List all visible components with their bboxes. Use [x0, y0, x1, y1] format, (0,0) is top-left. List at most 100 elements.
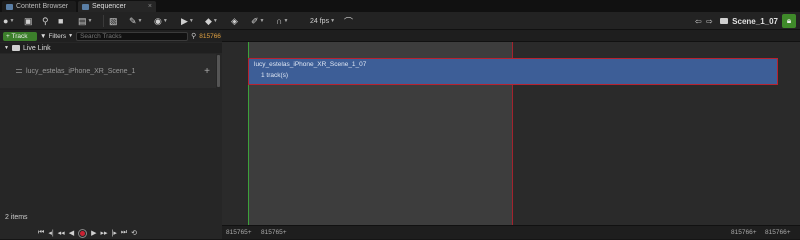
- fps-label: 24 fps: [310, 17, 330, 25]
- find-in-browser-button[interactable]: ⚲: [42, 15, 49, 27]
- toolbar-divider: [103, 15, 104, 27]
- subsequence-section[interactable]: lucy_estelas_iPhone_XR_Scene_1_07 1 trac…: [248, 58, 778, 85]
- world-icon: ●: [3, 16, 9, 26]
- world-selector-button[interactable]: ● ▼: [3, 15, 14, 27]
- auto-key-button[interactable]: ◈: [231, 15, 238, 27]
- arrow-left-icon: ⇦: [695, 16, 702, 26]
- edit-mode-button[interactable]: ✐ ▼: [251, 15, 265, 27]
- current-frame[interactable]: 815766: [199, 33, 221, 40]
- framerate-dropdown[interactable]: 24 fps ▼: [310, 15, 335, 27]
- tab-sequencer[interactable]: Sequencer ×: [78, 1, 156, 12]
- drag-handle-icon[interactable]: [16, 69, 22, 73]
- breadcrumb[interactable]: Scene_1_07: [720, 15, 778, 27]
- folder-icon: [720, 18, 729, 24]
- chevron-down-icon: ▼: [330, 18, 336, 24]
- nav-forward-button[interactable]: ⇨: [706, 15, 713, 27]
- sequencer-icon: [82, 3, 89, 10]
- timeline-area[interactable]: lucy_estelas_iPhone_XR_Scene_1_07 1 trac…: [222, 30, 800, 239]
- playback-end-frame[interactable]: 815766+: [731, 229, 757, 236]
- step-forward-icon[interactable]: ▸▸: [100, 229, 107, 237]
- tab-bar: Content Browser Sequencer ×: [0, 0, 800, 12]
- content-browser-icon: [6, 3, 13, 10]
- nav-back-button[interactable]: ⇦: [695, 15, 702, 27]
- filters-button[interactable]: ▼ Filters ▼: [40, 33, 73, 40]
- eye-icon: ◉: [154, 15, 162, 26]
- filter-icon: ▼: [40, 32, 47, 40]
- render-movie-button[interactable]: ■: [58, 15, 63, 27]
- record-icon: [80, 230, 86, 236]
- breadcrumb-sequence-name: Scene_1_07: [732, 16, 778, 26]
- track-label: lucy_estelas_iPhone_XR_Scene_1: [26, 67, 136, 75]
- snapping-button[interactable]: ∩ ▼: [276, 15, 288, 27]
- view-end-frame[interactable]: 815766+: [765, 229, 791, 236]
- save-icon: ▣: [24, 15, 33, 26]
- wrench-icon: ✎: [129, 15, 137, 26]
- chevron-down-icon: ▼: [87, 18, 93, 24]
- lock-icon: 🔒︎: [786, 16, 792, 25]
- jump-to-end-icon[interactable]: ⏭: [121, 229, 127, 237]
- search-input[interactable]: Search Tracks: [76, 31, 189, 41]
- chevron-down-icon: ▼: [188, 18, 194, 24]
- actor-icon: ▧: [109, 15, 118, 26]
- diamond-icon: ◆: [205, 15, 212, 26]
- add-track-button[interactable]: + Track: [3, 31, 37, 41]
- chevron-down-icon: ▼: [283, 18, 289, 24]
- scrollbar[interactable]: [217, 55, 220, 87]
- folder-live-link[interactable]: ▼ Live Link: [0, 43, 222, 53]
- range-bar: 815765+ 815765+ 815766+ 815766+: [222, 225, 800, 239]
- chevron-down-icon: ▼: [4, 45, 9, 51]
- camera-icon: ■: [58, 16, 64, 26]
- tab-label: Sequencer: [92, 3, 126, 10]
- transport-controls: ⏮ ◂| ◂◂ ◀ ▶ ▸▸ |▸ ⏭ ⟲: [38, 227, 137, 239]
- track-row[interactable]: lucy_estelas_iPhone_XR_Scene_1 +: [0, 54, 216, 88]
- chevron-down-icon: ▼: [162, 18, 168, 24]
- actor-button[interactable]: ▧: [109, 15, 118, 27]
- add-icon[interactable]: +: [204, 66, 210, 77]
- play-reverse-icon[interactable]: ◀: [69, 229, 74, 237]
- clapper-button[interactable]: ▤ ▼: [78, 15, 92, 27]
- play-icon: ▶: [181, 15, 188, 26]
- next-key-icon[interactable]: |▸: [112, 229, 117, 237]
- arrow-right-icon: ⇨: [706, 16, 713, 26]
- playback-start-frame[interactable]: 815765+: [261, 229, 287, 236]
- folder-icon: [11, 45, 20, 51]
- autokey-icon: ◈: [231, 15, 238, 26]
- curve-icon: ⌒: [344, 16, 354, 27]
- lock-button[interactable]: 🔒︎: [782, 14, 796, 28]
- chevron-down-icon: ▼: [137, 18, 143, 24]
- key-options-button[interactable]: ◆ ▼: [205, 15, 218, 27]
- search-icon: ⚲: [42, 15, 49, 26]
- view-options-button[interactable]: ◉ ▼: [154, 15, 168, 27]
- track-tree-panel: + Track ▼ Filters ▼ Search Tracks ⚲ 8157…: [0, 30, 222, 239]
- step-back-icon[interactable]: ◂◂: [58, 229, 65, 237]
- close-icon[interactable]: ×: [148, 3, 152, 10]
- tools-button[interactable]: ✎ ▼: [129, 15, 143, 27]
- item-count: 2 items: [5, 214, 28, 221]
- section-name: lucy_estelas_iPhone_XR_Scene_1_07: [254, 61, 367, 68]
- loop-icon[interactable]: ⟲: [131, 229, 137, 237]
- search-icon: ⚲: [191, 33, 197, 40]
- curve-editor-button[interactable]: ⌒: [344, 15, 353, 27]
- playback-options-button[interactable]: ▶ ▼: [181, 15, 194, 27]
- magnet-icon: ∩: [276, 16, 283, 26]
- time-ruler[interactable]: [222, 30, 800, 42]
- sequencer-toolbar: ● ▼ ▣ ⚲ ■ ▤ ▼ ▧ ✎ ▼ ◉ ▼ ▶ ▼ ◆ ▼ ◈ ✐ ▼ ∩ ▼ 24 fps…: [0, 12, 800, 30]
- search-placeholder: Search Tracks: [80, 32, 122, 40]
- add-track-label: + Track: [6, 32, 28, 40]
- tab-label: Content Browser: [16, 3, 69, 10]
- filter-bar: + Track ▼ Filters ▼ Search Tracks ⚲ 8157…: [0, 30, 222, 42]
- chevron-down-icon: ▼: [212, 18, 218, 24]
- view-start-frame[interactable]: 815765+: [226, 229, 252, 236]
- previous-key-icon[interactable]: ◂|: [48, 229, 53, 237]
- section-track-count: 1 track(s): [261, 72, 289, 79]
- tab-content-browser[interactable]: Content Browser: [2, 1, 76, 12]
- record-button[interactable]: [78, 228, 88, 238]
- chevron-down-icon: ▼: [68, 33, 74, 39]
- jump-to-start-icon[interactable]: ⏮: [38, 229, 44, 237]
- pencil-icon: ✐: [251, 15, 259, 26]
- play-icon[interactable]: ▶: [91, 229, 96, 237]
- save-button[interactable]: ▣: [24, 15, 33, 27]
- chevron-down-icon: ▼: [259, 18, 265, 24]
- clapper-icon: ▤: [78, 15, 87, 26]
- folder-label: Live Link: [22, 44, 51, 52]
